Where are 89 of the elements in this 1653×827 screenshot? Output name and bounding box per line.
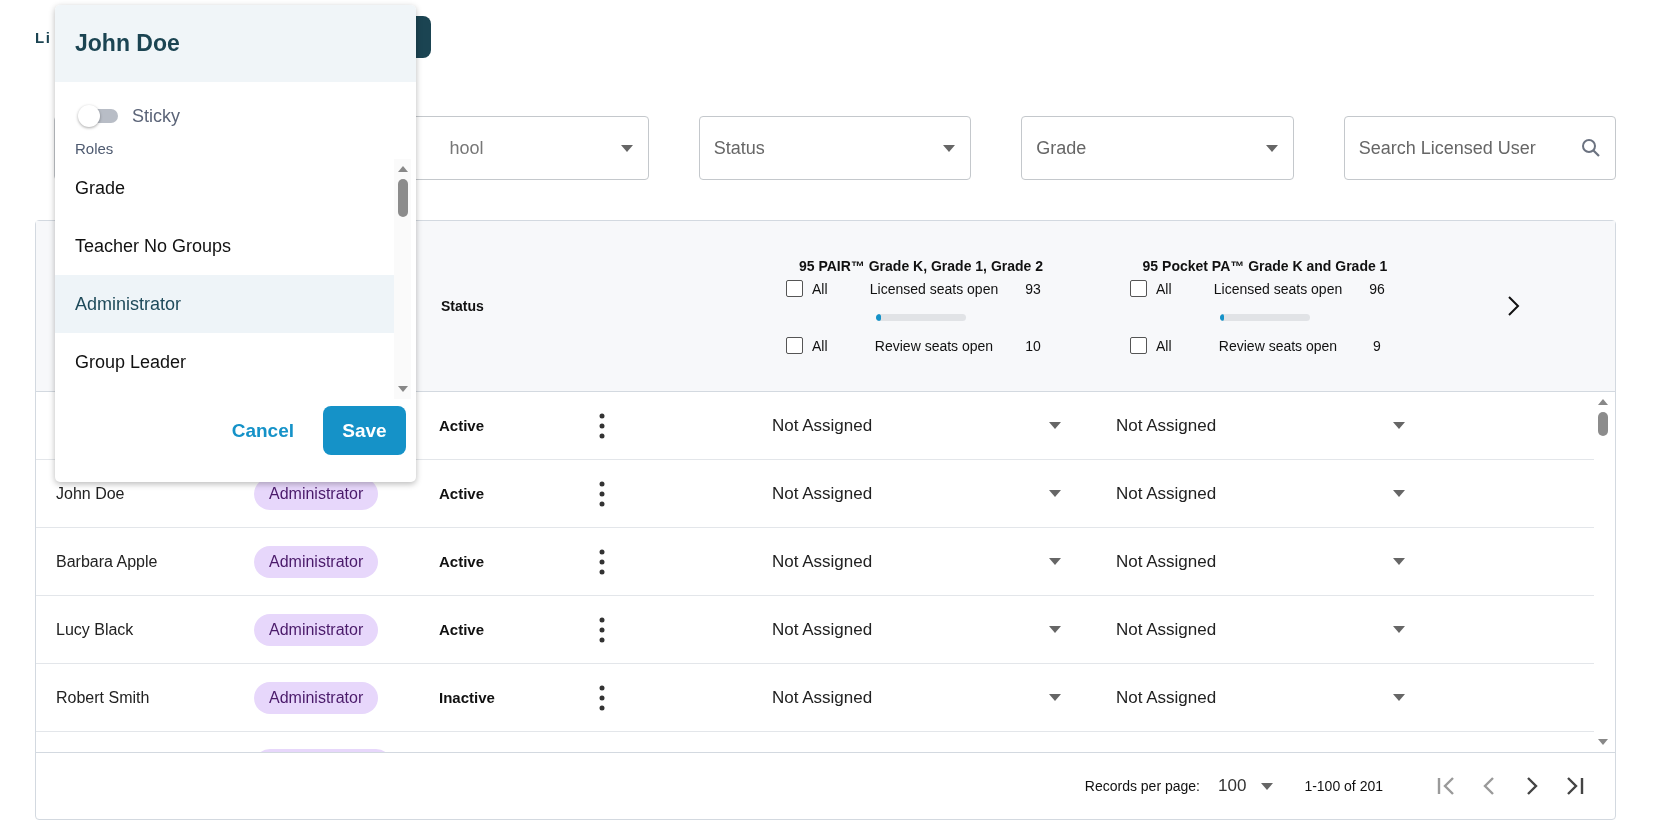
checkbox-label: All bbox=[1156, 280, 1172, 297]
caret-icon bbox=[619, 143, 634, 153]
user-name: Lucy Black bbox=[56, 620, 134, 639]
column-heading: Status bbox=[441, 298, 484, 314]
more-icon[interactable] bbox=[599, 480, 605, 507]
caret-icon bbox=[1392, 625, 1406, 634]
caret-icon bbox=[1048, 557, 1062, 566]
checkbox[interactable] bbox=[1130, 337, 1147, 354]
caret-icon bbox=[942, 143, 957, 153]
assignment-dropdown[interactable]: Not Assigned bbox=[772, 551, 1062, 572]
assignment-dropdown[interactable]: Not Assigned bbox=[1116, 687, 1406, 708]
seat-count: 96 bbox=[1368, 280, 1386, 297]
caret-icon bbox=[1048, 489, 1062, 498]
caret-icon bbox=[1392, 693, 1406, 702]
records-label: Records per page: bbox=[1084, 778, 1200, 794]
assignment-dropdown[interactable]: Not Assigned bbox=[772, 619, 1062, 640]
scroll-down-icon[interactable] bbox=[396, 385, 409, 393]
column-heading: 95 Pocket PA™ Grade K and Grade 1 bbox=[1142, 258, 1388, 274]
more-icon[interactable] bbox=[599, 616, 605, 643]
assignment-dropdown[interactable]: Not Assigned bbox=[1116, 551, 1406, 572]
status-text: Active bbox=[439, 553, 485, 570]
role-option[interactable]: Administrator bbox=[55, 275, 394, 333]
cancel-button[interactable]: Cancel bbox=[231, 419, 294, 442]
chevron-right-icon[interactable] bbox=[1507, 295, 1521, 317]
scrollbar-thumb[interactable] bbox=[1597, 412, 1608, 436]
select-field[interactable]: Status bbox=[698, 116, 972, 180]
caret-icon bbox=[1392, 421, 1406, 430]
scroll-up-icon[interactable] bbox=[1596, 398, 1609, 406]
assignment-dropdown[interactable]: Not Assigned bbox=[1116, 415, 1406, 436]
role-tag: Administrator bbox=[254, 545, 379, 578]
field-placeholder: Status bbox=[713, 137, 765, 158]
last-page-icon[interactable] bbox=[1565, 775, 1585, 797]
checkbox[interactable] bbox=[1130, 280, 1147, 297]
caret-icon bbox=[1264, 143, 1279, 153]
checkbox[interactable] bbox=[786, 337, 803, 354]
save-button[interactable]: Save bbox=[323, 406, 406, 455]
field-placeholder: Search Licensed User bbox=[1358, 137, 1536, 158]
caret-icon bbox=[1048, 421, 1062, 430]
status-text: Inactive bbox=[439, 689, 495, 706]
popover-title: John Doe bbox=[75, 30, 180, 57]
search-icon bbox=[1581, 138, 1602, 158]
scroll-down-icon[interactable] bbox=[1596, 738, 1609, 746]
more-icon[interactable] bbox=[599, 412, 605, 439]
checkbox[interactable] bbox=[786, 280, 803, 297]
caret-icon bbox=[1392, 489, 1406, 498]
scrollbar-thumb[interactable] bbox=[397, 179, 408, 217]
page-range: 1-100 of 201 bbox=[1304, 778, 1383, 794]
scroll-up-icon[interactable] bbox=[396, 165, 409, 173]
field-value: hool bbox=[448, 137, 484, 158]
checkbox-label: All bbox=[812, 280, 828, 297]
assignment-dropdown[interactable]: Not Assigned bbox=[1116, 619, 1406, 640]
toggle-label: Sticky bbox=[132, 105, 180, 127]
assignment-dropdown[interactable]: Not Assigned bbox=[772, 687, 1062, 708]
seat-label: Licensed seats open bbox=[868, 280, 1000, 297]
more-icon[interactable] bbox=[599, 684, 605, 711]
role-option[interactable]: Teacher No Groups bbox=[55, 217, 394, 275]
section-label: Roles bbox=[74, 139, 115, 157]
status-text: Active bbox=[439, 621, 485, 638]
status-text: Active bbox=[439, 417, 485, 434]
more-icon[interactable] bbox=[599, 548, 605, 575]
user-name: John Doe bbox=[56, 484, 125, 503]
seat-count: 9 bbox=[1372, 337, 1382, 354]
status-text: Active bbox=[439, 485, 485, 502]
assignment-dropdown[interactable]: Not Assigned bbox=[772, 415, 1062, 436]
per-page-select[interactable]: 100 bbox=[1218, 776, 1275, 796]
assignment-dropdown[interactable]: Not Assigned bbox=[1116, 483, 1406, 504]
user-name: Robert Smith bbox=[56, 688, 150, 707]
page-title: Li bbox=[35, 28, 52, 46]
user-name: Barbara Apple bbox=[56, 552, 158, 571]
seat-label: Review seats open bbox=[1217, 337, 1339, 354]
scrollbar[interactable] bbox=[394, 159, 411, 399]
seat-label: Review seats open bbox=[873, 337, 995, 354]
role-tag: Administrator bbox=[254, 613, 379, 646]
caret-icon bbox=[1260, 781, 1275, 791]
checkbox-label: All bbox=[812, 337, 828, 354]
select-field[interactable]: Grade bbox=[1021, 116, 1294, 180]
seat-label: Licensed seats open bbox=[1212, 280, 1344, 297]
role-tag: Administrator bbox=[254, 681, 379, 714]
caret-icon bbox=[1048, 625, 1062, 634]
checkbox-label: All bbox=[1156, 337, 1172, 354]
seat-count: 93 bbox=[1024, 280, 1042, 297]
seat-count: 10 bbox=[1024, 337, 1042, 354]
field-placeholder: Grade bbox=[1036, 137, 1087, 158]
caret-icon bbox=[1048, 693, 1062, 702]
caret-icon bbox=[1392, 557, 1406, 566]
assignment-dropdown[interactable]: Not Assigned bbox=[772, 483, 1062, 504]
column-heading: 95 PAIR™ Grade K, Grade 1, Grade 2 bbox=[798, 258, 1044, 274]
search-field[interactable]: Search Licensed User bbox=[1343, 116, 1617, 180]
role-option[interactable]: Group Leader bbox=[55, 333, 394, 391]
